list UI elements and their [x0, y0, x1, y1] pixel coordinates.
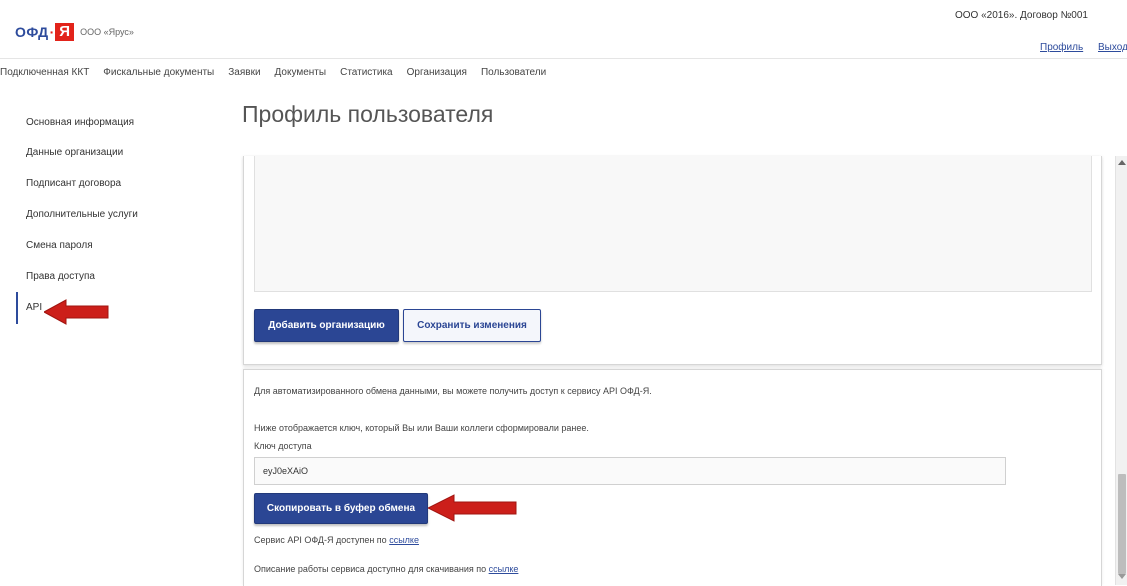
logo-ofd-text: ОФД	[15, 24, 49, 40]
red-arrow-left-icon-copy	[428, 494, 517, 522]
save-changes-button[interactable]: Сохранить изменения	[403, 309, 541, 342]
add-organization-button[interactable]: Добавить организацию	[254, 309, 399, 342]
sidebar-item-org-data[interactable]: Данные организации	[26, 147, 123, 158]
nav-users[interactable]: Пользователи	[481, 67, 546, 83]
nav-documents[interactable]: Документы	[275, 67, 327, 83]
sidebar-item-signatory[interactable]: Подписант договора	[26, 178, 121, 189]
sidebar-item-change-password[interactable]: Смена пароля	[26, 240, 93, 251]
api-panel: Для автоматизированного обмена данными, …	[243, 369, 1102, 586]
nav-statistics[interactable]: Статистика	[340, 67, 393, 83]
scroll-thumb[interactable]	[1118, 474, 1126, 574]
logout-link[interactable]: Выход	[1098, 42, 1127, 53]
nav-organization[interactable]: Организация	[407, 67, 467, 83]
sidebar-active-indicator	[16, 292, 18, 324]
page-title: Профиль пользователя	[242, 101, 494, 127]
api-key-input[interactable]	[254, 457, 1006, 485]
api-docs-line: Описание работы сервиса доступно для ска…	[254, 564, 518, 574]
scroll-down-arrow-icon[interactable]	[1118, 574, 1126, 579]
org-name: ООО «Ярус»	[80, 27, 134, 37]
nav-connected-kkt[interactable]: Подключенная ККТ	[0, 67, 89, 83]
api-service-link[interactable]: ссылке	[389, 535, 419, 545]
api-service-line: Сервис API ОФД-Я доступен по ссылке	[254, 535, 419, 545]
api-key-note: Ниже отображается ключ, который Вы или В…	[254, 423, 589, 433]
nav-requests[interactable]: Заявки	[228, 67, 260, 83]
api-intro-text: Для автоматизированного обмена данными, …	[254, 386, 652, 396]
api-key-label: Ключ доступа	[254, 441, 312, 451]
top-nav: Подключенная ККТ Фискальные документы За…	[0, 67, 560, 83]
sidebar-item-basic-info[interactable]: Основная информация	[26, 117, 134, 128]
sidebar-item-access-rights[interactable]: Права доступа	[26, 271, 95, 282]
organization-list-area[interactable]	[254, 156, 1092, 292]
red-arrow-left-icon	[44, 299, 109, 325]
logo-dot: ·	[49, 24, 55, 40]
organization-panel: Добавить организацию Сохранить изменения	[243, 156, 1102, 365]
sidebar-item-api[interactable]: API	[26, 302, 42, 313]
api-docs-text: Описание работы сервиса доступно для ска…	[254, 564, 487, 574]
scroll-up-arrow-icon[interactable]	[1118, 160, 1126, 165]
profile-link[interactable]: Профиль	[1040, 42, 1083, 53]
logo-ya-badge: Я	[55, 23, 75, 41]
contract-info: ООО «2016». Договор №001	[955, 10, 1088, 21]
api-docs-link[interactable]: ссылке	[489, 564, 519, 574]
api-service-text: Сервис API ОФД-Я доступен по	[254, 535, 387, 545]
sidebar-item-extra-services[interactable]: Дополнительные услуги	[26, 209, 138, 220]
copy-to-clipboard-button[interactable]: Скопировать в буфер обмена	[254, 493, 428, 524]
page-scrollbar[interactable]	[1115, 156, 1127, 585]
header-divider	[0, 58, 1127, 59]
logo[interactable]: ОФД · Я ООО «Ярус»	[15, 22, 134, 42]
nav-fiscal-documents[interactable]: Фискальные документы	[103, 67, 214, 83]
